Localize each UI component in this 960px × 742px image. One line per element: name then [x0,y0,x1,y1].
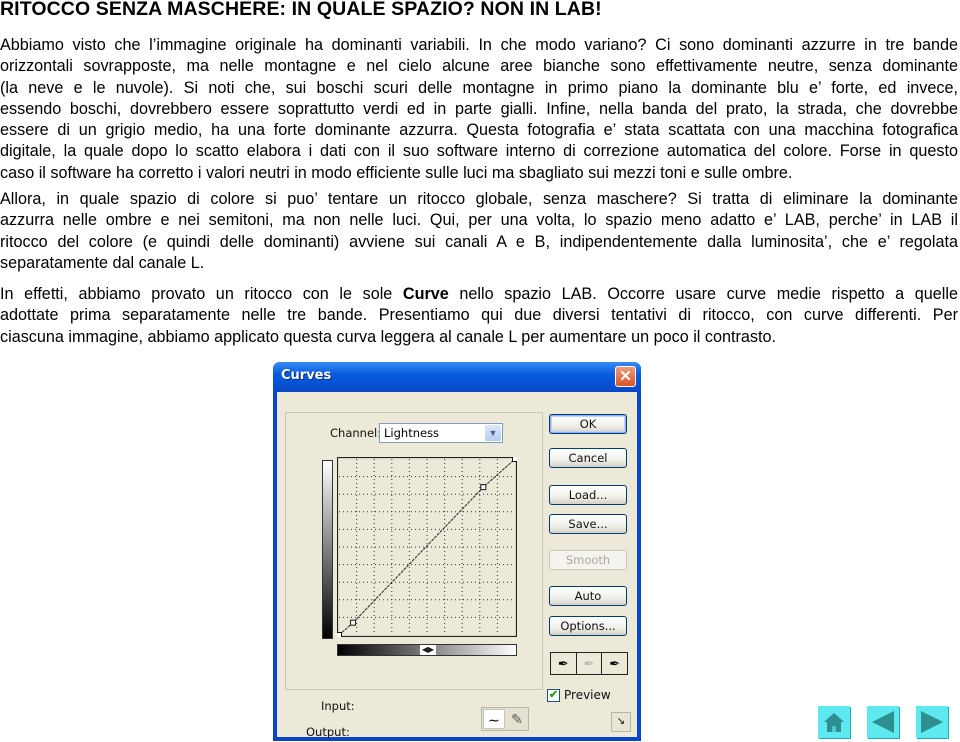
paragraph-dominants: Abbiamo visto che l’immagine originale h… [0,35,958,184]
chevron-down-icon[interactable]: ▼ [485,425,501,441]
emphasis-curve: Curve [402,285,449,303]
home-button[interactable] [818,706,850,738]
channel-label: Channel: [327,426,385,440]
input-gradient-bar[interactable]: ◀▶ [337,644,517,656]
page-title: RITOCCO SENZA MASCHERE: IN QUALE SPAZIO?… [0,0,602,20]
text-line: azzurra nelle ombre e nei semitoni, ma n… [0,211,958,230]
close-icon[interactable]: ✕ [615,366,636,387]
black-eyedropper-icon[interactable]: ✒ [551,653,577,674]
curve-graph[interactable] [337,457,517,637]
home-icon [824,713,844,732]
gray-eyedropper-icon[interactable]: ✒ [577,653,603,674]
text-line: essere di un grigio medio, ha una forte … [0,121,958,140]
curve-tool-group: ∼ ✎ [481,707,529,731]
text-fragment: nello spazio LAB. Occorre usare curve me… [448,285,958,303]
preview-checkbox[interactable]: ✔ [547,689,560,702]
output-label: Output: [306,725,350,739]
options-button[interactable]: Options... [549,616,627,636]
text-line: adottate prima separatamente nelle tre b… [0,306,958,325]
channel-value: Lightness [384,426,440,440]
curve-group-box: Channel: Lightness ▼ ◀▶ Input: Output: ∼… [285,412,543,739]
white-eyedropper-icon[interactable]: ✒ [602,653,627,674]
text-line: (la neve e le nuvole). Si noti che, sui … [0,78,958,97]
paragraph-color-space: Allora, in quale spazio di colore si puo… [0,189,958,274]
text-line: Abbiamo visto che l’immagine originale h… [0,36,958,54]
curve-control-point[interactable] [337,632,342,638]
paragraph-curves: In effetti, abbiamo provato un ritocco c… [0,284,958,348]
text-fragment: In effetti, abbiamo provato un ritocco c… [0,285,403,303]
curve-control-point[interactable] [480,484,487,491]
input-label: Input: [321,699,355,713]
text-line: caso il software ha corretto i valori ne… [0,163,793,182]
text-line: ciascuna immagine, abbiamo applicato que… [0,327,776,346]
curve-control-point[interactable] [350,619,357,626]
gradient-toggle-icon[interactable]: ◀▶ [420,645,436,655]
curve-point-tool-icon[interactable]: ∼ [483,709,505,729]
dialog-title: Curves [281,368,332,383]
text-line: Allora, in quale spazio di colore si puo… [0,190,958,208]
text-line: orizzontali sovrapposte, ma nelle montag… [0,57,958,76]
text-line: In effetti, abbiamo provato un ritocco c… [0,284,958,305]
resize-dialog-icon[interactable]: ↘ [611,712,631,732]
next-page-button[interactable] [916,706,948,738]
load-button[interactable]: Load... [549,485,627,505]
output-gradient-bar [322,460,333,639]
preview-label: Preview [564,688,611,702]
channel-select[interactable]: Lightness ▼ [379,423,503,443]
eyedropper-group: ✒ ✒ ✒ [550,652,628,675]
ok-button[interactable]: OK [549,414,627,434]
pencil-tool-icon[interactable]: ✎ [506,709,528,729]
next-page-icon [921,711,943,733]
text-line: digitale, la quale dopo lo scatto elabor… [0,142,958,161]
text-line: ritocco del colore (e quindi delle domin… [0,232,958,251]
previous-page-icon [872,711,894,733]
dialog-body: Channel: Lightness ▼ ◀▶ Input: Output: ∼… [277,392,637,739]
curve-control-point[interactable] [512,457,518,462]
curves-dialog: Curves ✕ Channel: Lightness ▼ ◀▶ Input: … [273,362,641,741]
text-line: essendo boschi, dovrebbero essere soprat… [0,99,958,118]
save-button[interactable]: Save... [549,514,627,534]
text-line: separatamente dal canale L. [0,253,205,272]
previous-page-button[interactable] [867,706,899,738]
cancel-button[interactable]: Cancel [549,448,627,468]
smooth-button: Smooth [549,550,627,570]
dialog-titlebar[interactable]: Curves ✕ [273,362,641,392]
auto-button[interactable]: Auto [549,586,627,606]
